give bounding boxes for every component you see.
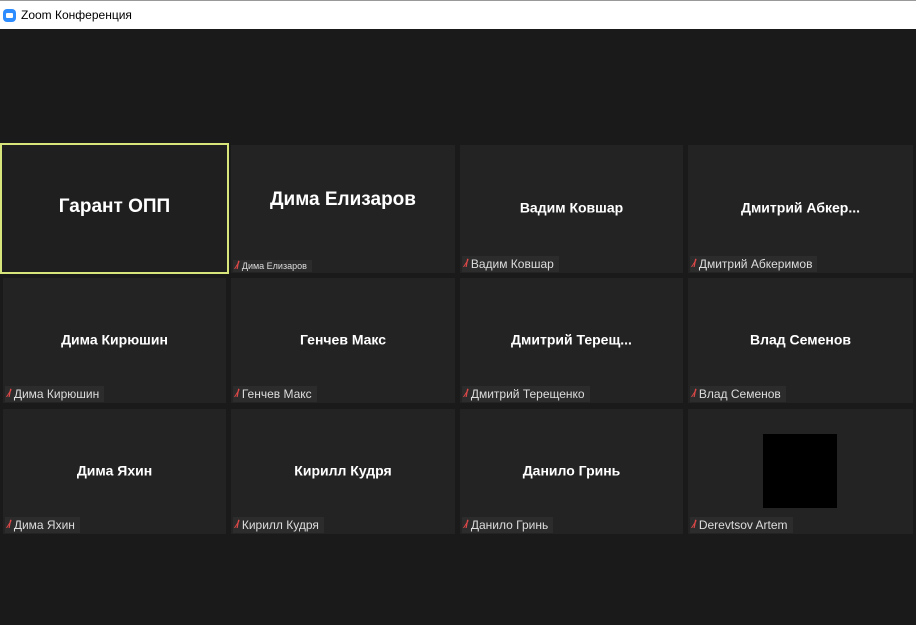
participant-tile[interactable]: Дима Яхин ⁄̸ Дима Яхин: [3, 409, 226, 534]
participant-name: Дмитрий Терещ...: [511, 330, 632, 347]
participant-tile-active[interactable]: Гарант ОПП: [0, 143, 229, 274]
muted-mic-icon: ⁄̸: [8, 519, 10, 531]
muted-mic-icon: ⁄̸: [465, 258, 467, 270]
muted-mic-icon: ⁄̸: [693, 258, 695, 270]
participant-tile[interactable]: Генчев Макс ⁄̸ Генчев Макс: [231, 278, 455, 403]
participant-name: Дима Яхин: [76, 461, 153, 478]
participant-tile[interactable]: Дмитрий Терещ... ⁄̸ Дмитрий Терещенко: [460, 278, 683, 403]
participant-tile[interactable]: Дима Кирюшин ⁄̸ Дима Кирюшин: [3, 278, 226, 403]
participant-tile[interactable]: ⁄̸ Derevtsov Artem: [688, 409, 913, 534]
participant-tile[interactable]: Кирилл Кудря ⁄̸ Кирилл Кудря: [231, 409, 455, 534]
name-label: ⁄̸ Генчев Макс: [233, 386, 317, 402]
title-bar: Zoom Конференция: [0, 0, 916, 29]
name-label: ⁄̸ Дима Кирюшин: [5, 386, 105, 402]
participant-name: Дмитрий Абкер...: [740, 199, 861, 216]
participant-tile[interactable]: Вадим Ковшар ⁄̸ Вадим Ковшар: [460, 145, 683, 273]
name-label: ⁄̸ Вадим Ковшар: [462, 256, 559, 272]
participant-tile[interactable]: Дима Елизаров ⁄̸ Дима Елизаров: [231, 145, 455, 273]
window-title: Zoom Конференция: [21, 8, 132, 22]
name-label: ⁄̸ Derevtsov Artem: [690, 517, 793, 533]
name-label: ⁄̸ Дмитрий Терещенко: [462, 386, 590, 402]
video-feed: [763, 434, 837, 508]
name-label: ⁄̸ Влад Семенов: [690, 386, 786, 402]
muted-mic-icon: ⁄̸: [236, 260, 238, 272]
name-label: ⁄̸ Дмитрий Абкеримов: [690, 256, 818, 272]
participant-name: Кирилл Кудря: [294, 461, 392, 478]
muted-mic-icon: ⁄̸: [236, 388, 238, 400]
name-label: ⁄̸ Данило Гринь: [462, 517, 554, 533]
participant-tile[interactable]: Влад Семенов ⁄̸ Влад Семенов: [688, 278, 913, 403]
muted-mic-icon: ⁄̸: [465, 519, 467, 531]
muted-mic-icon: ⁄̸: [236, 519, 238, 531]
participant-name: Дима Елизаров: [270, 189, 416, 211]
name-label: ⁄̸ Дима Елизаров: [233, 260, 312, 272]
participant-name: Влад Семенов: [749, 330, 852, 347]
participant-name: Гарант ОПП: [58, 195, 171, 217]
muted-mic-icon: ⁄̸: [8, 388, 10, 400]
muted-mic-icon: ⁄̸: [693, 388, 695, 400]
name-label: ⁄̸ Дима Яхин: [5, 517, 80, 533]
muted-mic-icon: ⁄̸: [465, 388, 467, 400]
muted-mic-icon: ⁄̸: [693, 519, 695, 531]
participant-name: Дима Кирюшин: [61, 330, 168, 347]
participant-name: Данило Гринь: [522, 461, 621, 478]
participant-name: Вадим Ковшар: [519, 199, 624, 216]
name-label: ⁄̸ Кирилл Кудря: [233, 517, 324, 533]
participant-name: Генчев Макс: [299, 330, 387, 347]
participant-tile[interactable]: Дмитрий Абкер... ⁄̸ Дмитрий Абкеримов: [688, 145, 913, 273]
participant-tile[interactable]: Данило Гринь ⁄̸ Данило Гринь: [460, 409, 683, 534]
zoom-logo-icon: [3, 8, 16, 22]
